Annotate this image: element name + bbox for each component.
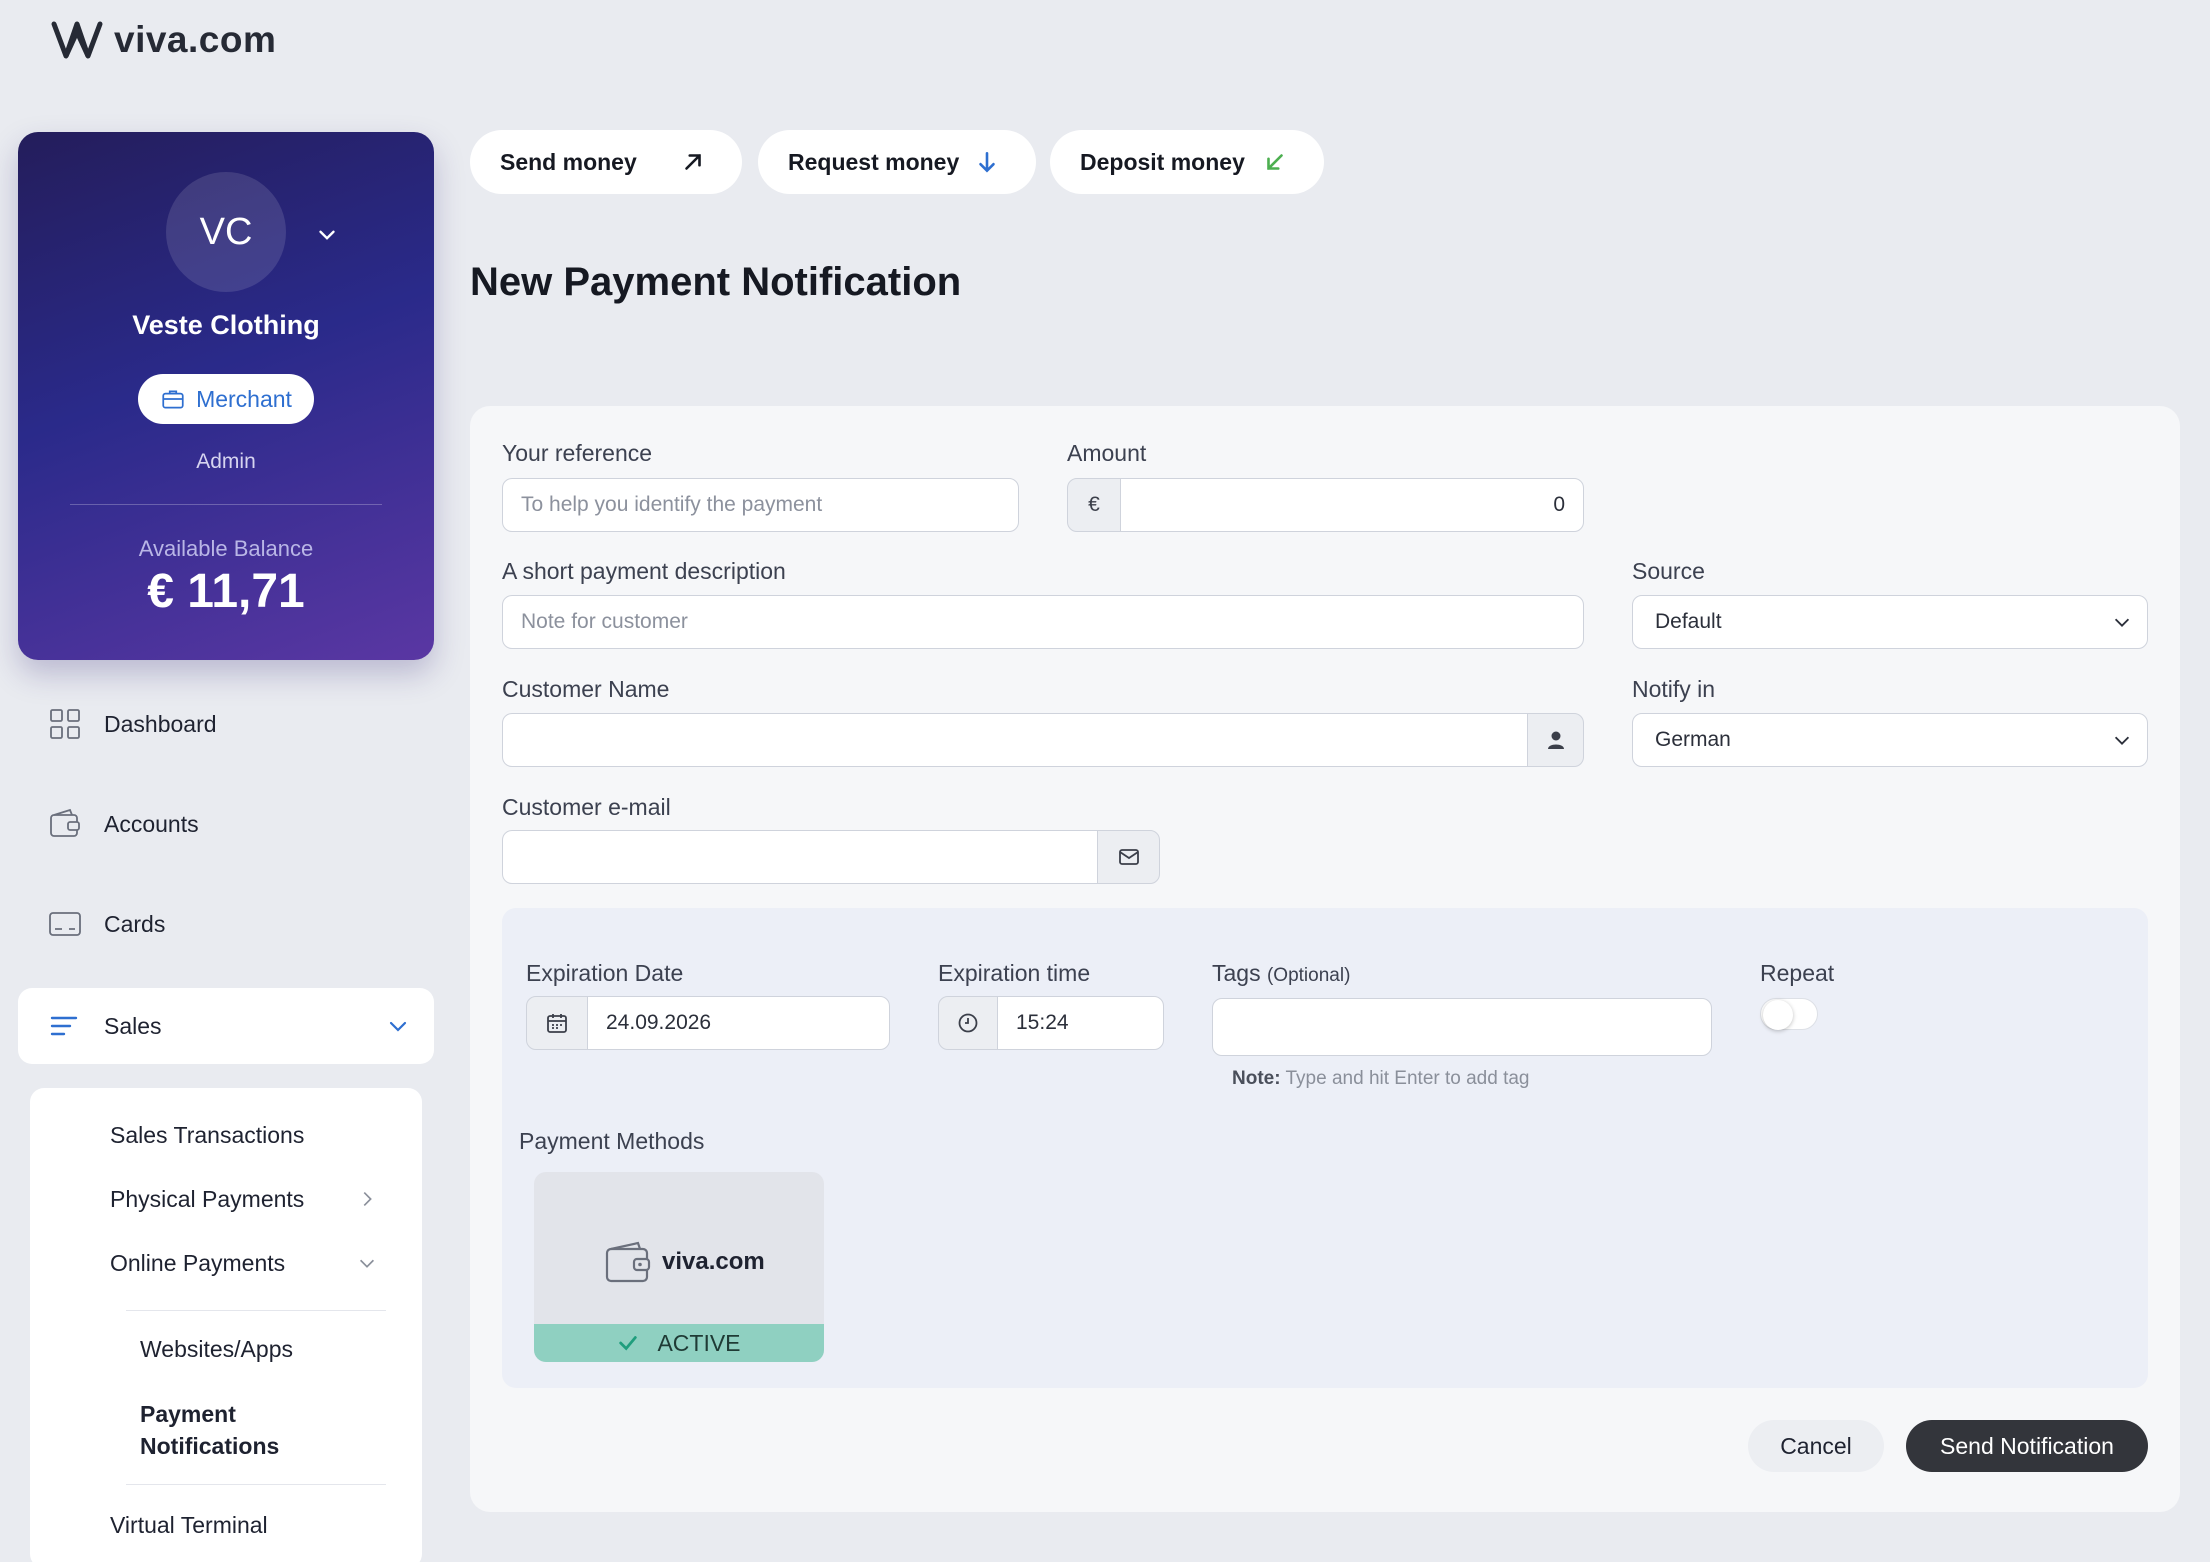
deposit-money-button[interactable]: Deposit money <box>1050 130 1324 194</box>
lines-icon <box>50 1016 78 1036</box>
expiration-date-input[interactable] <box>587 996 890 1050</box>
toggle-knob <box>1763 1000 1793 1030</box>
email-input[interactable] <box>502 830 1098 884</box>
check-icon <box>619 1336 638 1351</box>
notify-language-select[interactable]: German <box>1632 713 2148 767</box>
tags-optional: (Optional) <box>1266 965 1351 986</box>
description-input[interactable] <box>502 595 1584 649</box>
expiration-date-label: Expiration Date <box>526 960 684 986</box>
payment-method-brand: viva.com <box>604 1240 765 1284</box>
request-money-button[interactable]: Request money <box>758 130 1036 194</box>
source-value: Default <box>1655 610 1722 633</box>
clock-icon <box>958 1013 978 1033</box>
request-money-label: Request money <box>788 148 960 175</box>
description-label: A short payment description <box>502 558 786 584</box>
profile-card: VC Veste Clothing Merchant Admin Availab… <box>18 132 434 660</box>
chevron-down-icon <box>2114 618 2130 627</box>
nav-item-dashboard[interactable]: Dashboard <box>18 686 434 762</box>
page-title: New Payment Notification <box>470 260 962 304</box>
amount-label: Amount <box>1067 440 1147 466</box>
send-notification-button[interactable]: Send Notification <box>1906 1420 2148 1472</box>
send-money-button[interactable]: Send money <box>470 130 742 194</box>
nav-item-sales[interactable]: Sales <box>18 988 434 1064</box>
reference-label: Your reference <box>502 440 653 466</box>
arrow-down-left-icon <box>1267 154 1283 170</box>
email-addon <box>1097 830 1160 884</box>
sales-submenu: Sales Transactions Physical Payments Onl… <box>30 1088 422 1562</box>
brand-logo[interactable]: viva.com <box>50 18 276 62</box>
card-icon <box>49 912 81 936</box>
card-divider <box>70 504 382 505</box>
submenu-virtual-terminal[interactable]: Virtual Terminal <box>110 1512 268 1539</box>
envelope-icon <box>1118 849 1139 865</box>
chevron-down-icon <box>2114 736 2130 745</box>
calendar-addon[interactable] <box>526 996 588 1050</box>
payment-method-status: ACTIVE <box>534 1324 824 1362</box>
source-label: Source <box>1632 558 1705 584</box>
wallet-icon <box>605 1241 651 1283</box>
chevron-right-icon[interactable] <box>356 1188 378 1210</box>
submenu-websites-apps[interactable]: Websites/Apps <box>140 1336 293 1363</box>
submenu-payment-notifications[interactable]: Payment Notifications <box>140 1398 340 1462</box>
payment-method-status-label: ACTIVE <box>657 1329 741 1356</box>
user-icon <box>1547 731 1564 749</box>
repeat-label: Repeat <box>1760 960 1835 986</box>
clock-addon[interactable] <box>938 996 998 1050</box>
expiration-time-input[interactable] <box>997 996 1164 1050</box>
email-label: Customer e-mail <box>502 794 671 820</box>
chevron-down-icon[interactable] <box>356 1252 378 1274</box>
payment-methods-label: Payment Methods <box>519 1128 705 1154</box>
submenu-physical-payments[interactable]: Physical Payments <box>110 1186 304 1213</box>
nav-label-accounts: Accounts <box>104 810 199 837</box>
payment-method-name: viva.com <box>662 1248 765 1275</box>
nav-label-dashboard: Dashboard <box>104 710 217 737</box>
tags-label: Tags (Optional) <box>1212 960 1350 987</box>
tags-input[interactable] <box>1212 998 1712 1056</box>
briefcase-icon <box>162 390 184 409</box>
expiration-time-label: Expiration time <box>938 960 1091 986</box>
amount-input[interactable] <box>1120 478 1584 532</box>
send-money-label: Send money <box>500 148 637 175</box>
reference-input[interactable] <box>502 478 1019 532</box>
submenu-divider <box>126 1484 386 1485</box>
tags-note: Note: Type and hit Enter to add tag <box>1232 1068 1530 1090</box>
avatar[interactable]: VC <box>166 172 286 292</box>
customer-name-label: Customer Name <box>502 676 670 702</box>
tags-note-bold: Note: <box>1232 1068 1281 1089</box>
role-badge-label: Merchant <box>196 385 292 412</box>
company-name: Veste Clothing <box>132 310 320 340</box>
nav-label-sales: Sales <box>104 1012 162 1039</box>
user-addon <box>1527 713 1584 767</box>
nav-item-accounts[interactable]: Accounts <box>18 786 434 862</box>
submenu-online-payments[interactable]: Online Payments <box>110 1250 285 1277</box>
repeat-toggle[interactable] <box>1760 998 1818 1030</box>
viva-logo-icon <box>51 21 103 59</box>
submenu-sales-transactions[interactable]: Sales Transactions <box>110 1122 304 1149</box>
submenu-divider <box>126 1310 386 1311</box>
tags-label-text: Tags <box>1212 960 1261 986</box>
cancel-button[interactable]: Cancel <box>1748 1420 1884 1472</box>
balance-value: € 11,71 <box>147 565 305 618</box>
arrow-down-icon <box>979 152 995 173</box>
tags-note-text: Type and hit Enter to add tag <box>1285 1068 1530 1089</box>
arrow-up-right-icon <box>685 154 701 170</box>
nav-item-cards[interactable]: Cards <box>18 886 434 962</box>
notify-value: German <box>1655 728 1731 751</box>
deposit-money-label: Deposit money <box>1080 148 1245 175</box>
nav-label-cards: Cards <box>104 910 166 937</box>
customer-name-input[interactable] <box>502 713 1528 767</box>
user-role: Admin <box>196 450 256 473</box>
currency-addon: € <box>1067 478 1121 532</box>
balance-label: Available Balance <box>138 536 314 561</box>
notify-label: Notify in <box>1632 676 1716 702</box>
calendar-icon <box>547 1014 567 1033</box>
brand-name: viva.com <box>114 19 277 60</box>
chevron-down-icon[interactable] <box>314 222 340 248</box>
source-select[interactable]: Default <box>1632 595 2148 649</box>
wallet-icon <box>50 808 80 837</box>
chevron-down-icon <box>389 1021 407 1032</box>
grid-icon <box>50 709 80 739</box>
role-badge: Merchant <box>138 374 314 424</box>
payment-method-card[interactable]: viva.com ACTIVE <box>534 1172 824 1362</box>
